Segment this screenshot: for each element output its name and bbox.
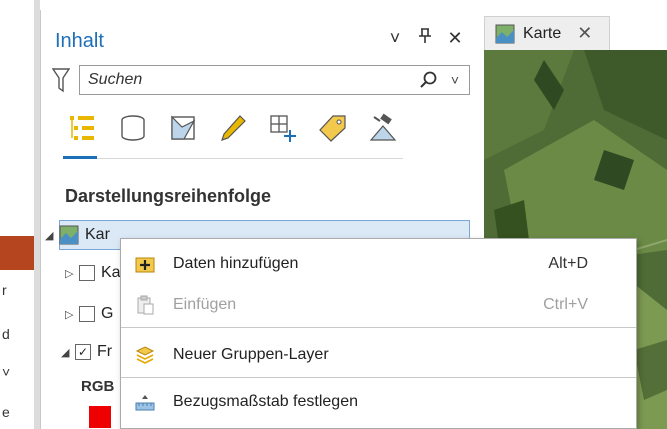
- menu-item-label: Bezugsmaßstab festlegen: [173, 393, 358, 410]
- menu-separator: [121, 327, 636, 328]
- filter-icon[interactable]: [51, 67, 71, 93]
- expand-triangle-icon[interactable]: ▷: [65, 308, 79, 321]
- menu-separator: [121, 377, 636, 378]
- map-icon: [59, 225, 79, 245]
- menu-item-set-reference-scale[interactable]: Bezugsmaßstab festlegen: [121, 382, 636, 422]
- tree-item-label: Fr: [97, 343, 113, 360]
- tab-label: Karte: [523, 24, 562, 42]
- tab-karte[interactable]: Karte ✕: [484, 16, 610, 50]
- menu-item-add-data[interactable]: Daten hinzufügen Alt+D: [121, 244, 636, 284]
- collapse-triangle-icon[interactable]: ◢: [61, 346, 75, 359]
- search-box: ˅: [79, 65, 470, 95]
- search-options-chevron-icon[interactable]: ˅: [447, 70, 463, 90]
- edit-icon[interactable]: [213, 110, 253, 146]
- background-text-fragment: e: [2, 404, 10, 420]
- background-ribbon-block: [0, 236, 34, 270]
- menu-item-label: Einfügen: [173, 296, 237, 313]
- expand-triangle-icon[interactable]: ▷: [65, 267, 79, 280]
- menu-item-new-group-layer[interactable]: Neuer Gruppen-Layer: [121, 335, 636, 375]
- tree-item-label: Kar: [85, 226, 110, 243]
- layer-visibility-checkbox[interactable]: [79, 265, 95, 281]
- group-layer-icon: [135, 346, 155, 364]
- tree-item-layer[interactable]: ▷ G: [65, 305, 113, 323]
- menu-item-shortcut: Ctrl+V: [543, 296, 588, 313]
- search-icon[interactable]: [419, 70, 439, 90]
- layer-visibility-checkbox[interactable]: [79, 306, 95, 322]
- active-tab-indicator: [63, 156, 97, 159]
- pane-menu-chevron-icon[interactable]: ˅: [386, 28, 404, 49]
- database-icon[interactable]: [113, 110, 153, 146]
- pane-controls: ˅ ✕: [386, 28, 464, 49]
- background-text-fragment: r: [2, 282, 7, 298]
- pin-icon[interactable]: [416, 28, 434, 49]
- tree-item-layer[interactable]: ◢ ✓ Fr: [61, 343, 112, 361]
- rgb-label: RGB: [81, 378, 115, 395]
- source-icon[interactable]: [163, 110, 203, 146]
- background-text-fragment: ˅: [2, 364, 11, 380]
- expand-triangle-icon[interactable]: ◢: [45, 229, 59, 242]
- contents-toolbar: [63, 110, 403, 146]
- tree-item-layer[interactable]: ▷ Ka: [65, 264, 121, 282]
- context-menu: Daten hinzufügen Alt+D Einfügen Ctrl+V N…: [120, 238, 637, 429]
- layer-visibility-checkbox[interactable]: ✓: [75, 344, 91, 360]
- search-input[interactable]: [88, 70, 398, 90]
- drawing-order-heading: Darstellungsreihenfolge: [65, 186, 272, 206]
- perspective-imagery-icon[interactable]: [363, 110, 403, 146]
- paste-icon: [137, 295, 154, 315]
- close-icon[interactable]: ✕: [446, 28, 464, 49]
- menu-item-label: Daten hinzufügen: [173, 255, 299, 272]
- toolbar-divider: [63, 158, 403, 159]
- pane-title: Inhalt: [55, 30, 104, 52]
- menu-item-shortcut: Alt+D: [548, 255, 588, 272]
- add-data-icon: [135, 257, 155, 273]
- drawing-order-icon[interactable]: [63, 110, 103, 146]
- tab-close-icon[interactable]: ✕: [577, 23, 592, 44]
- label-icon[interactable]: [313, 110, 353, 146]
- menu-item-label: Neuer Gruppen-Layer: [173, 346, 329, 363]
- snapping-icon[interactable]: [263, 110, 303, 146]
- map-icon: [495, 24, 515, 43]
- background-text-fragment: d: [2, 326, 10, 342]
- red-band-swatch: [89, 406, 111, 428]
- tree-item-label: G: [101, 305, 114, 322]
- background-app-strip: r d ˅ e: [0, 0, 34, 429]
- tree-item-map[interactable]: ◢ Kar: [45, 225, 110, 245]
- menu-item-paste[interactable]: Einfügen Ctrl+V: [121, 285, 636, 325]
- tree-item-label: Ka: [101, 264, 121, 281]
- reference-scale-icon: [135, 395, 155, 411]
